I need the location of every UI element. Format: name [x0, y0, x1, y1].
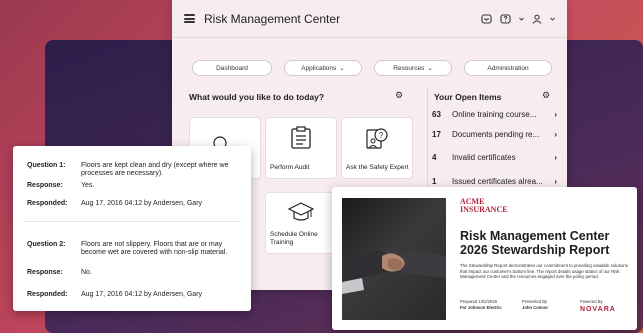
- open-item-label: Online training course...: [452, 110, 537, 119]
- chevron-down-icon[interactable]: [550, 17, 555, 21]
- open-item-count: 1: [432, 177, 437, 186]
- chevron-right-icon: ›: [554, 130, 557, 139]
- expert-question-icon: ?: [366, 128, 388, 149]
- hamburger-menu-icon[interactable]: [184, 14, 195, 23]
- tile-ask-expert[interactable]: ? Ask the Safety Expert: [341, 117, 413, 179]
- open-item-count: 17: [432, 130, 441, 139]
- nav-label: Dashboard: [216, 64, 248, 72]
- open-item-row[interactable]: 17 Documents pending re... ›: [432, 130, 557, 139]
- responded-row: Responded: Aug 17, 2016 04:12 by Anderse…: [27, 200, 241, 208]
- prepared-info: Prepared 1/02/2026 For Johnson Electric: [460, 299, 502, 312]
- nav-dashboard[interactable]: Dashboard: [192, 60, 272, 76]
- main-nav: Dashboard Applications ⌄ Resources ⌄ Admin…: [172, 38, 567, 76]
- open-item-count: 63: [432, 110, 441, 119]
- nav-label: Resources: [393, 64, 425, 72]
- tile-label: Perform Audit: [270, 164, 310, 172]
- open-item-label: Documents pending re...: [452, 130, 540, 139]
- question-label: Question 2:: [27, 241, 66, 248]
- question-row: Question 1: Floors are kept clean and dr…: [27, 162, 241, 179]
- tile-label: Ask the Safety Expert: [346, 164, 409, 172]
- handshake-image: [342, 198, 446, 320]
- responded-text: Aug 17, 2016 04:12 by Andersen, Gary: [81, 200, 203, 207]
- graduation-cap-icon: [288, 202, 314, 221]
- report-description: The Stewardship Report demonstrates our …: [460, 263, 628, 280]
- chevron-right-icon: ›: [554, 153, 557, 162]
- response-row: Response: No.: [27, 269, 241, 277]
- responded-text: Aug 17, 2016 04:12 by Andersen, Gary: [81, 291, 203, 298]
- tile-label: Schedule Online Training: [270, 231, 318, 247]
- open-items-heading: Your Open Items: [434, 92, 502, 102]
- open-item-row[interactable]: 1 Issued certificates alrea... ›: [432, 177, 557, 186]
- clipboard-icon: [291, 126, 311, 149]
- stewardship-report-card[interactable]: ACME INSURANCE Risk Management Center 20…: [332, 187, 637, 330]
- nav-administration[interactable]: Administration: [464, 60, 552, 76]
- divider: [23, 221, 241, 222]
- app-header: Risk Management Center: [172, 0, 567, 38]
- nav-applications[interactable]: Applications ⌄: [284, 60, 362, 76]
- responded-row: Responded: Aug 17, 2016 04:12 by Anderse…: [27, 291, 241, 299]
- response-label: Response:: [27, 269, 63, 276]
- open-item-label: Invalid certificates: [452, 153, 516, 162]
- inbox-icon[interactable]: [481, 13, 492, 24]
- question-text: Floors are kept clean and dry (except wh…: [81, 162, 229, 178]
- open-item-count: 4: [432, 153, 437, 162]
- question-text: Floors are not slippery. Floors that are…: [81, 241, 228, 257]
- settings-gear-icon[interactable]: ⚙: [395, 90, 403, 101]
- tile-schedule-training[interactable]: Schedule Online Training: [265, 192, 337, 254]
- today-heading: What would you like to do today?: [189, 92, 325, 102]
- response-text: No.: [81, 269, 92, 276]
- brand-line: INSURANCE: [460, 205, 508, 215]
- open-item-label: Issued certificates alrea...: [452, 177, 543, 186]
- responded-label: Responded:: [27, 200, 68, 207]
- response-text: Yes.: [81, 182, 95, 189]
- help-icon[interactable]: [500, 13, 511, 24]
- nav-label: Applications: [301, 64, 337, 72]
- chevron-right-icon: ›: [554, 177, 557, 186]
- presented-info: Presented By John Connor: [522, 299, 548, 312]
- acme-insurance-logo: ACME INSURANCE: [460, 197, 508, 215]
- nav-label: Administration: [487, 64, 529, 72]
- meta-value: John Connor: [522, 305, 549, 311]
- question-label: Question 1:: [27, 162, 66, 169]
- tile-perform-audit[interactable]: Perform Audit: [265, 117, 337, 179]
- novara-logo: NOVARA: [580, 306, 616, 314]
- report-title: Risk Management Center 2026 Stewardship …: [460, 229, 610, 258]
- chevron-down-icon[interactable]: [519, 17, 524, 21]
- settings-gear-icon[interactable]: ⚙: [542, 90, 550, 101]
- audit-questions-card: Question 1: Floors are kept clean and dr…: [13, 146, 251, 311]
- meta-value: For Johnson Electric: [460, 305, 502, 311]
- app-title: Risk Management Center: [204, 11, 341, 26]
- svg-text:?: ?: [379, 131, 384, 140]
- response-row: Response: Yes.: [27, 182, 241, 190]
- chevron-right-icon: ›: [554, 110, 557, 119]
- nav-resources[interactable]: Resources ⌄: [374, 60, 452, 76]
- powered-info: Powered By NOVARA: [580, 299, 616, 316]
- responded-label: Responded:: [27, 291, 68, 298]
- user-icon[interactable]: [532, 14, 542, 24]
- chevron-down-icon: ⌄: [339, 65, 345, 72]
- response-label: Response:: [27, 182, 63, 189]
- open-item-row[interactable]: 4 Invalid certificates ›: [432, 153, 557, 162]
- chevron-down-icon: ⌄: [427, 65, 433, 72]
- open-item-row[interactable]: 63 Online training course... ›: [432, 110, 557, 119]
- question-row: Question 2: Floors are not slippery. Flo…: [27, 241, 241, 258]
